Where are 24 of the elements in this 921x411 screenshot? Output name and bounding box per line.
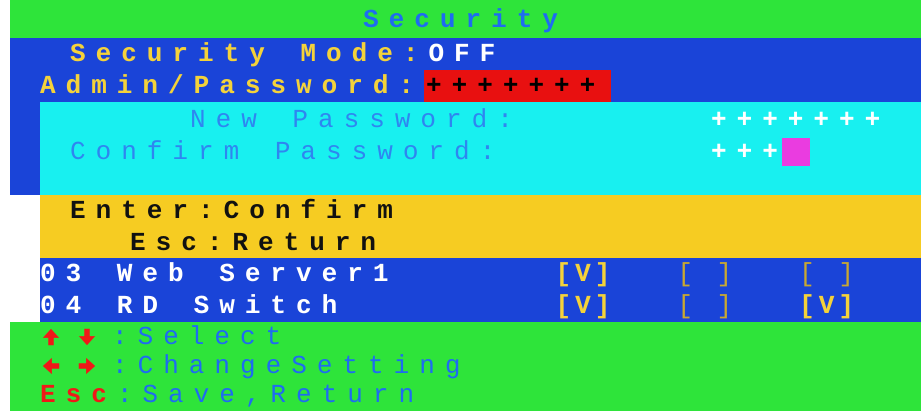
permission-checkbox[interactable]: [V]	[555, 258, 678, 290]
field-label: Confirm Password:	[70, 136, 506, 168]
hint-text: :Return	[206, 227, 386, 259]
admin-password-field[interactable]: +++++++	[424, 70, 612, 102]
security-mode-value[interactable]: OFF	[428, 38, 506, 70]
security-mode-label: Security Mode:	[70, 38, 428, 70]
help-text: :ChangeSetting	[112, 350, 470, 382]
field-label: New Password:	[189, 104, 523, 136]
key-label: Esc	[130, 227, 207, 259]
permission-checkbox[interactable]: [V]	[555, 290, 678, 322]
permission-checkbox[interactable]: [ ]	[677, 290, 800, 322]
admin-password-label: Admin/Password:	[40, 70, 424, 102]
help-text: :Save,Return	[116, 378, 424, 410]
help-text: :Select	[112, 320, 292, 352]
key-label: Esc	[40, 378, 117, 410]
server-name[interactable]: 04 RD Switch	[40, 290, 556, 322]
key-label: Enter	[70, 195, 198, 227]
text-cursor	[782, 138, 810, 166]
permission-checkbox[interactable]: [ ]	[799, 258, 921, 290]
permission-checkbox[interactable]: [V]	[799, 290, 921, 322]
hint-text: :Confirm	[198, 195, 403, 227]
title-bar: Security	[10, 0, 921, 38]
permission-checkbox[interactable]: [ ]	[677, 258, 800, 290]
server-name[interactable]: 03 Web Server1	[40, 258, 556, 290]
